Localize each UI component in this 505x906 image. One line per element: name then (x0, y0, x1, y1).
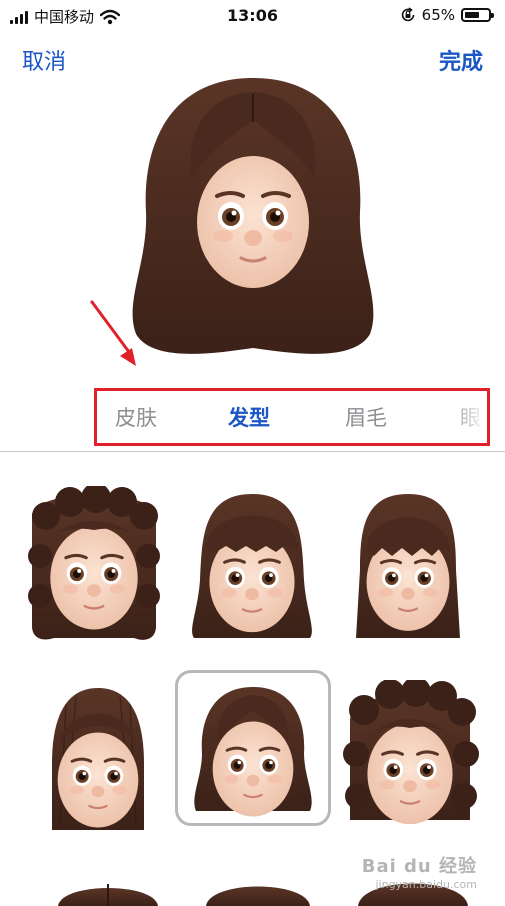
battery-icon (461, 8, 494, 22)
hairstyle-option-slicked-long[interactable] (46, 684, 150, 834)
status-bar: 中国移动 13:06 65% (0, 0, 505, 34)
memoji-preview (132, 78, 374, 354)
tab-skin[interactable]: 皮肤 (115, 402, 157, 432)
watermark-logo: Bai du 经验 (361, 856, 477, 877)
hairstyle-option-wavy-bangs[interactable] (184, 490, 320, 642)
cancel-button[interactable]: 取消 (22, 44, 66, 76)
watermark: Bai du 经验 jingyan.baidu.com (362, 852, 477, 891)
done-button[interactable]: 完成 (439, 44, 483, 76)
watermark-url: jingyan.baidu.com (375, 878, 477, 891)
tab-hairstyle[interactable]: 发型 (228, 402, 270, 432)
status-right: 65% (400, 6, 494, 24)
hairstyle-option-row3-1[interactable] (48, 876, 168, 906)
hairstyle-option-row3-2[interactable] (196, 876, 320, 906)
tab-eyebrows[interactable]: 眉毛 (345, 402, 387, 432)
category-tabs: 皮肤 发型 眉毛 眼 (94, 388, 490, 446)
hairstyle-option-straight-bangs[interactable] (342, 490, 474, 642)
orientation-lock-icon (401, 7, 414, 22)
divider (0, 451, 505, 452)
hairstyle-option-curly-long[interactable] (24, 486, 164, 642)
hairstyle-option-curly-medium[interactable] (340, 680, 480, 834)
annotation-arrow-icon (90, 300, 136, 366)
battery-percent: 65% (421, 6, 455, 24)
battery-fill (465, 12, 479, 18)
hairstyle-option-middle-part-wavy[interactable] (175, 670, 331, 826)
